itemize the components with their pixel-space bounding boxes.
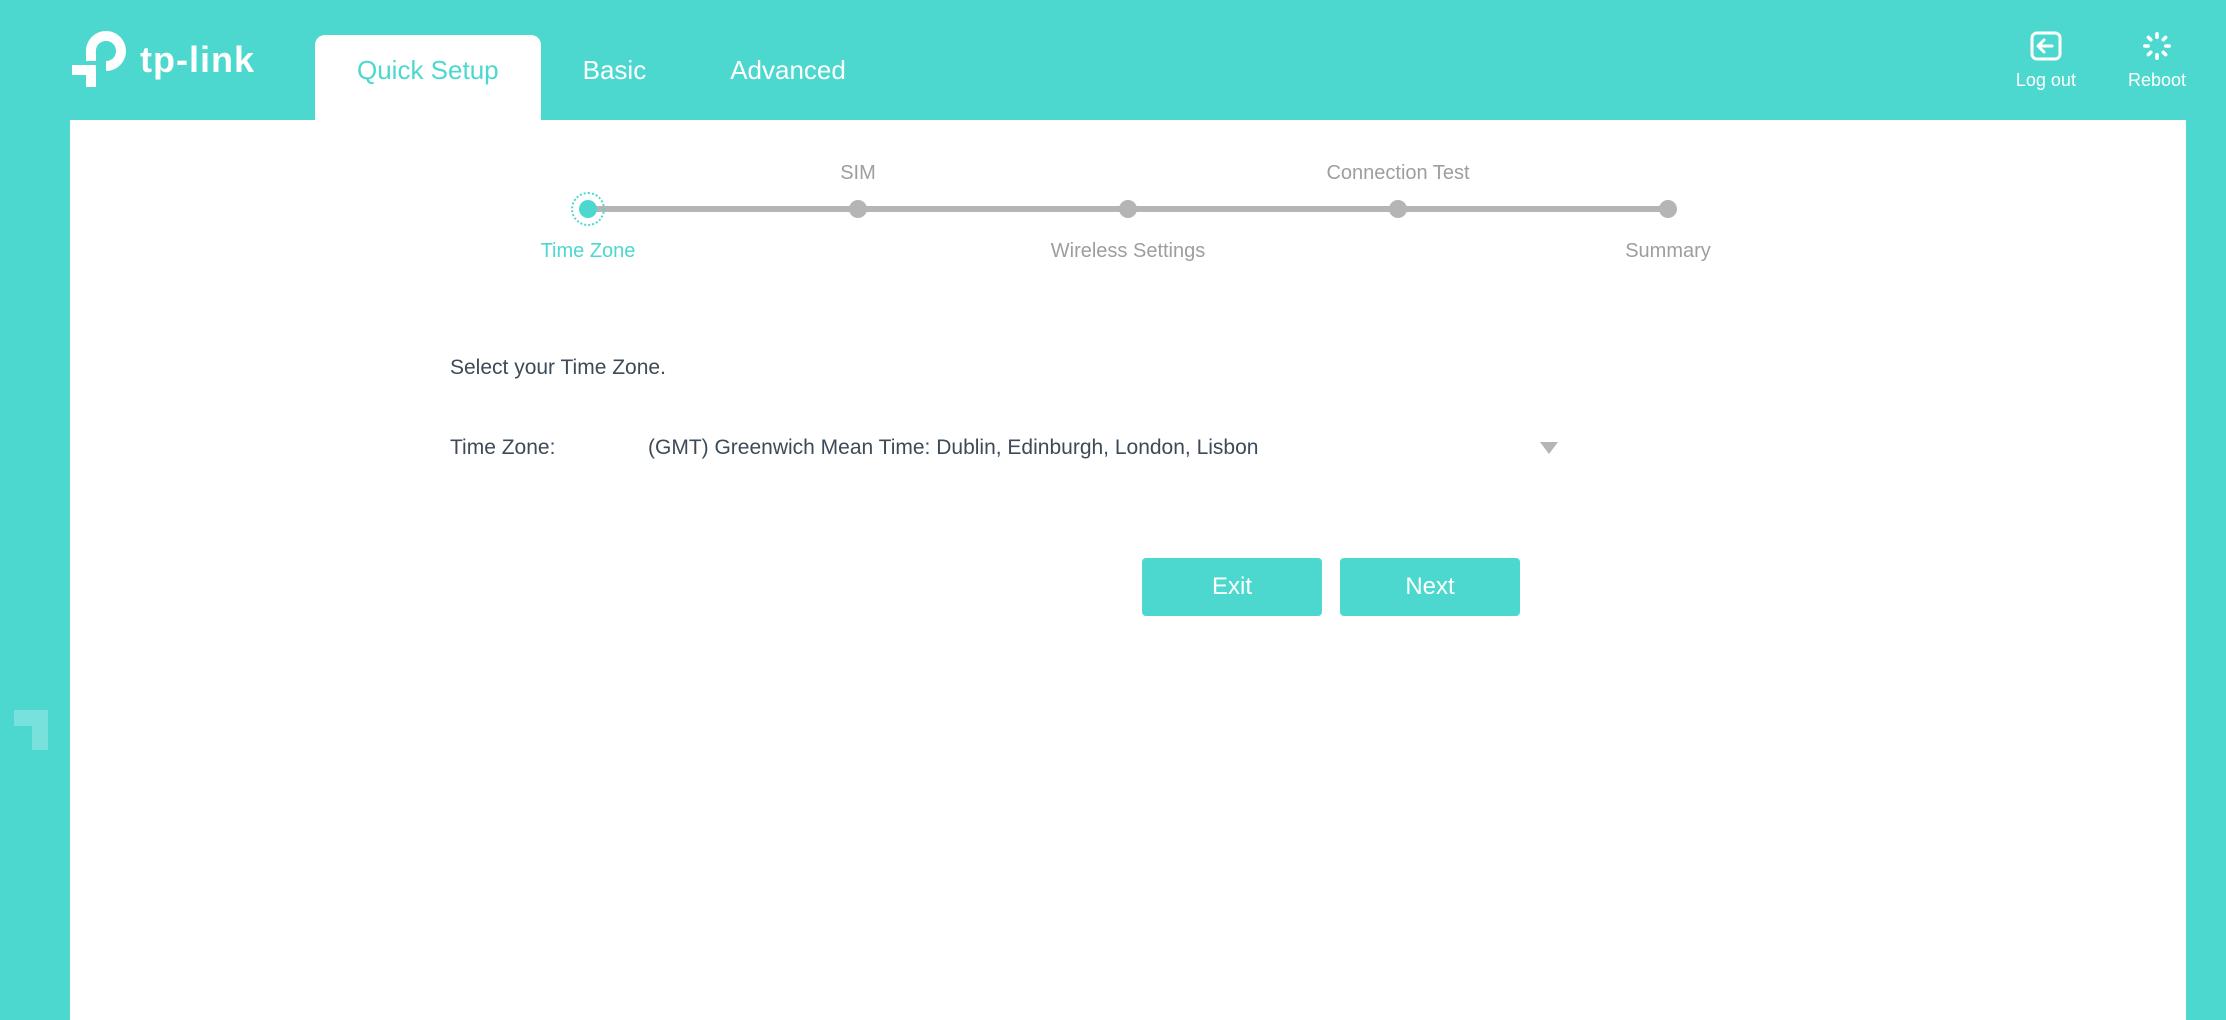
- timezone-row: Time Zone: (GMT) Greenwich Mean Time: Du…: [450, 428, 1570, 468]
- form-prompt: Select your Time Zone.: [450, 356, 1570, 380]
- next-button[interactable]: Next: [1340, 558, 1520, 616]
- page: tp-link Quick Setup Basic Advanced Log o…: [0, 0, 2226, 1020]
- step-label-sim: SIM: [840, 162, 876, 185]
- chevron-down-icon: [1540, 442, 1558, 454]
- step-dot-sim[interactable]: [849, 200, 867, 218]
- tab-quick-setup[interactable]: Quick Setup: [315, 35, 541, 120]
- content-card: Time Zone SIM Wireless Settings Connecti…: [70, 120, 2186, 1020]
- wizard-buttons: Exit Next: [450, 558, 1520, 616]
- reboot-button[interactable]: Reboot: [2128, 30, 2186, 91]
- step-dot-connection-test[interactable]: [1389, 200, 1407, 218]
- logout-icon: [2030, 30, 2062, 62]
- step-label-wireless: Wireless Settings: [1051, 240, 1206, 263]
- tab-advanced[interactable]: Advanced: [688, 35, 888, 120]
- timezone-label: Time Zone:: [450, 436, 600, 460]
- timezone-selected-text: (GMT) Greenwich Mean Time: Dublin, Edinb…: [648, 436, 1258, 460]
- logout-label: Log out: [2016, 70, 2076, 91]
- main-nav: Quick Setup Basic Advanced: [315, 0, 888, 120]
- decorative-corner-icon: [14, 710, 58, 760]
- header: tp-link Quick Setup Basic Advanced Log o…: [0, 0, 2226, 120]
- step-dot-wireless[interactable]: [1119, 200, 1137, 218]
- step-label-summary: Summary: [1625, 240, 1711, 263]
- brand-name: tp-link: [140, 39, 255, 81]
- exit-button[interactable]: Exit: [1142, 558, 1322, 616]
- brand-logo: tp-link: [72, 31, 255, 89]
- top-actions: Log out: [2016, 30, 2186, 91]
- step-label-timezone: Time Zone: [541, 240, 636, 263]
- timezone-form: Select your Time Zone. Time Zone: (GMT) …: [450, 356, 1570, 468]
- step-dot-timezone[interactable]: [579, 200, 597, 218]
- wizard-stepper: Time Zone SIM Wireless Settings Connecti…: [588, 156, 1668, 276]
- reboot-label: Reboot: [2128, 70, 2186, 91]
- tab-basic[interactable]: Basic: [541, 35, 689, 120]
- reboot-icon: [2142, 30, 2172, 62]
- logout-button[interactable]: Log out: [2016, 30, 2076, 91]
- timezone-select[interactable]: (GMT) Greenwich Mean Time: Dublin, Edinb…: [648, 428, 1570, 468]
- step-dot-summary[interactable]: [1659, 200, 1677, 218]
- step-label-connection-test: Connection Test: [1326, 162, 1469, 185]
- tplink-logo-icon: [72, 31, 128, 89]
